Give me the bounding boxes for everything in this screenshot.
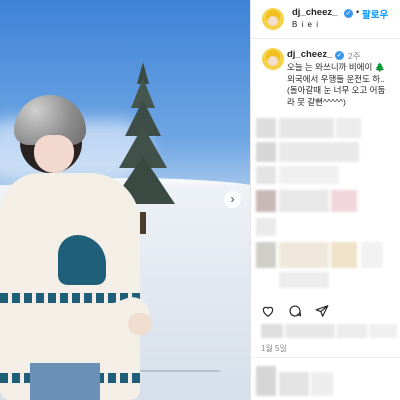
- follow-button[interactable]: 팔로우: [362, 7, 388, 21]
- caption-avatar[interactable]: [262, 48, 284, 70]
- location[interactable]: B i e i: [292, 20, 319, 29]
- post-header: dj_cheez_ ✓ • 팔로우 B i e i: [251, 0, 400, 39]
- person: [0, 95, 165, 400]
- username[interactable]: dj_cheez_: [292, 7, 337, 18]
- verified-icon: ✓: [344, 9, 353, 18]
- paper-plane-icon[interactable]: [315, 304, 329, 318]
- post-side-panel: dj_cheez_ ✓ • 팔로우 B i e i dj_cheez_ ✓ 2주…: [250, 0, 400, 400]
- caption-username[interactable]: dj_cheez_: [287, 49, 332, 60]
- separator-dot: •: [356, 7, 360, 17]
- comment-icon[interactable]: [288, 304, 302, 318]
- caption-text: 오늘 는 와쓰니까 비에이 🌲 외국에서 우행들 운전도 하.. (돌아갈때 눈…: [287, 62, 386, 107]
- divider: [251, 357, 400, 358]
- heart-icon[interactable]: [261, 304, 275, 318]
- avatar[interactable]: [262, 8, 284, 30]
- post-photo[interactable]: ›: [0, 0, 250, 400]
- time-ago: 2주: [348, 51, 361, 61]
- post-actions: [251, 300, 400, 322]
- post-date: 1월 5일: [261, 344, 287, 353]
- chevron-right-icon[interactable]: ›: [224, 191, 241, 208]
- verified-icon: ✓: [335, 51, 344, 60]
